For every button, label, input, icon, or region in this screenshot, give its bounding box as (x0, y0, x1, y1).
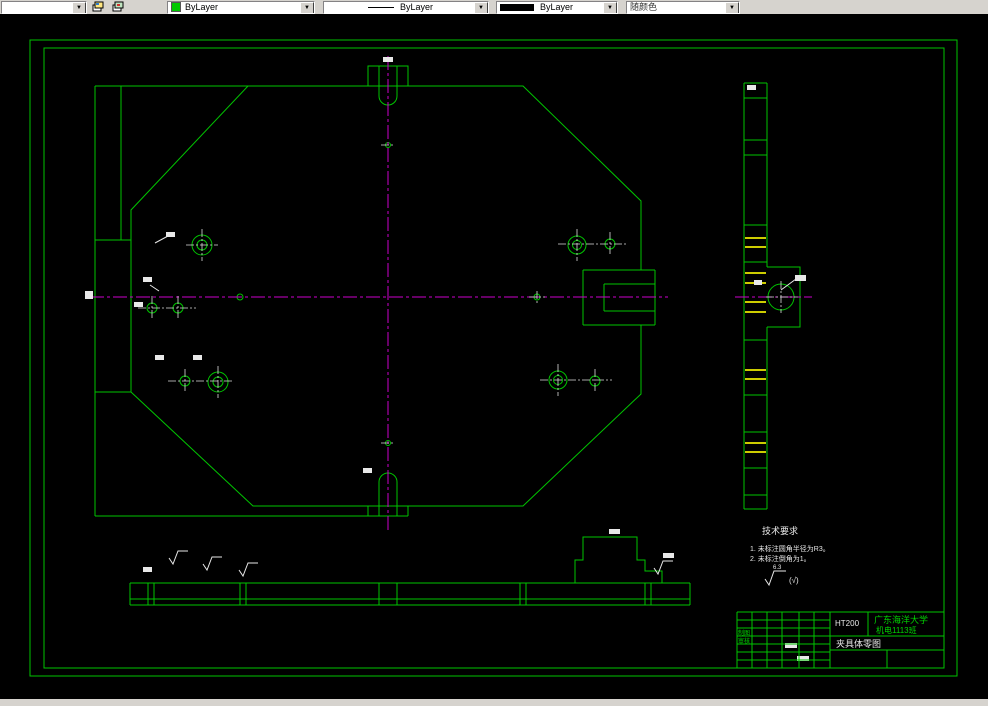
tech-req-title: 技术要求 (762, 525, 798, 536)
bottom-view (129, 536, 691, 606)
material-spec: HT200 (835, 619, 860, 628)
tech-requirements: 技术要求 1. 未标注圆角半径为R3。 2. 未标注倒角为1。 6.3 (√) (750, 525, 830, 587)
layer-states-button[interactable] (109, 1, 127, 14)
color-swatch (171, 2, 181, 12)
cad-application-window: ▼ ByLayer ▼ ByLayer ▼ ByLayer ▼ 随颜色 ▼ 技术… (0, 0, 988, 706)
toolbar: ▼ ByLayer ▼ ByLayer ▼ ByLayer ▼ 随颜色 ▼ (0, 0, 988, 14)
side-view (743, 82, 801, 510)
plotstyle-value: 随颜色 (630, 1, 658, 12)
surface-finish-icon (202, 556, 222, 572)
layers-icon (92, 1, 104, 12)
school-name: 广东海洋大学 (874, 614, 928, 625)
bottom-edge (0, 699, 988, 706)
layer-states-icon (112, 1, 124, 12)
lineweight-value: ByLayer (540, 1, 574, 12)
linetype-control-dropdown[interactable]: ByLayer ▼ (323, 0, 489, 14)
lineweight-swatch (500, 3, 534, 11)
plotstyle-control-dropdown[interactable]: 随颜色 ▼ (626, 0, 740, 14)
titleblock-cell-label-1: 制图 (738, 629, 750, 637)
class-name: 机电1113班 (876, 625, 917, 635)
titleblock-cell-label-2: 审核 (738, 637, 750, 645)
roughness-rest-symbol: (√) (789, 576, 799, 585)
drawing-canvas[interactable]: 技术要求 1. 未标注圆角半径为R3。 2. 未标注倒角为1。 6.3 (√) … (0, 14, 988, 699)
main-view (94, 65, 656, 517)
centerlines (90, 56, 812, 532)
side-view-hatching (745, 237, 766, 453)
color-value: ByLayer (185, 1, 219, 12)
title-block: 广东海洋大学 机电1113班 HT200 夹具体零图 制图 审核 (736, 611, 945, 669)
chevron-down-icon[interactable]: ▼ (603, 1, 617, 13)
chevron-down-icon[interactable]: ▼ (474, 1, 488, 13)
surface-finish-icon (168, 550, 188, 566)
chevron-down-icon[interactable]: ▼ (725, 1, 739, 13)
surface-finish-icon (653, 560, 673, 576)
tech-req-line-1: 1. 未标注圆角半径为R3。 (750, 544, 830, 553)
part-name: 夹具体零图 (836, 638, 881, 649)
layer-control-dropdown[interactable]: ▼ (1, 0, 87, 14)
lineweight-control-dropdown[interactable]: ByLayer ▼ (496, 0, 618, 14)
dimension-marks (85, 57, 809, 661)
drawing-svg: 技术要求 1. 未标注圆角半径为R3。 2. 未标注倒角为1。 6.3 (√) … (29, 39, 958, 677)
linetype-value: ByLayer (399, 1, 434, 12)
chevron-down-icon[interactable]: ▼ (300, 1, 314, 13)
color-control-dropdown[interactable]: ByLayer ▼ (167, 0, 315, 14)
tech-req-line-2: 2. 未标注倒角为1。 (750, 554, 811, 563)
drawing-frame (29, 39, 958, 677)
roughness-icon (764, 570, 786, 587)
layer-properties-button[interactable] (89, 1, 107, 14)
roughness-value: 6.3 (773, 565, 782, 571)
chevron-down-icon[interactable]: ▼ (72, 1, 86, 13)
surface-finish-icon (238, 562, 258, 578)
linetype-swatch (367, 6, 394, 8)
